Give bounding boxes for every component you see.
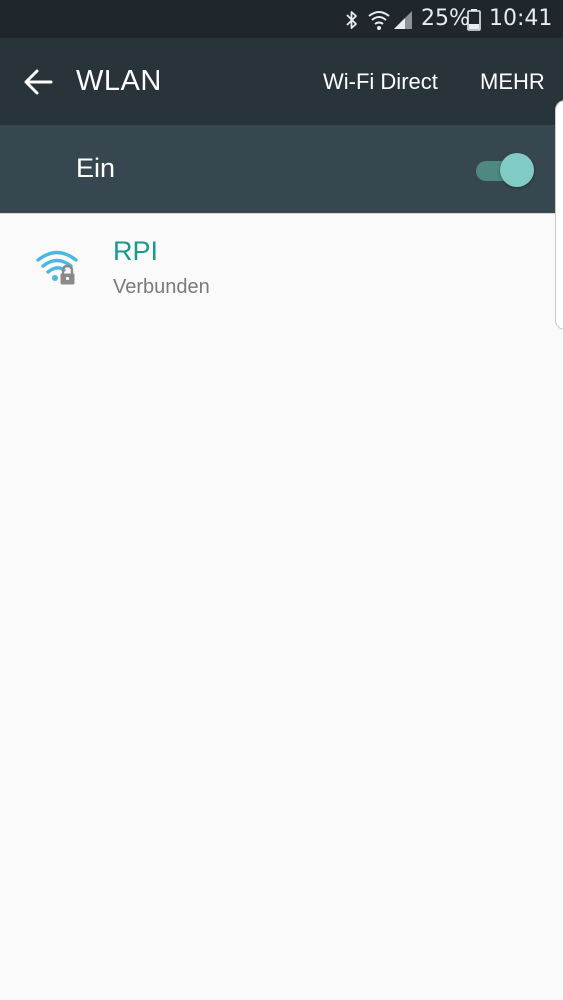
network-status: Verbunden: [113, 276, 210, 298]
battery-icon: [467, 9, 481, 31]
page-title: WLAN: [76, 65, 162, 97]
app-bar: WLAN Wi-Fi Direct MEHR: [0, 38, 563, 125]
status-time: 10:41: [489, 6, 553, 31]
toggle-thumb: [500, 153, 534, 187]
wlan-switch-bar[interactable]: Ein: [0, 125, 563, 213]
network-name: RPI: [113, 236, 159, 266]
more-button[interactable]: MEHR: [480, 69, 545, 95]
cell-signal-icon: [394, 11, 412, 29]
wifi-direct-button[interactable]: Wi-Fi Direct: [323, 69, 438, 95]
wlan-settings-screen: 25% 10:41 WLAN Wi-Fi Direct MEHR Ein RPI…: [0, 0, 563, 1000]
wifi-lock-icon: [36, 250, 78, 285]
wlan-toggle[interactable]: [474, 152, 536, 188]
battery-percent: 25%: [421, 6, 470, 31]
status-bar: 25% 10:41: [0, 0, 563, 38]
edge-panel-handle[interactable]: [555, 100, 563, 330]
bluetooth-icon: [346, 11, 357, 29]
wifi-signal-icon: [368, 11, 390, 30]
network-list-item[interactable]: RPI Verbunden: [0, 214, 555, 324]
switch-label: Ein: [76, 153, 116, 183]
arrow-back-icon[interactable]: [22, 67, 54, 97]
